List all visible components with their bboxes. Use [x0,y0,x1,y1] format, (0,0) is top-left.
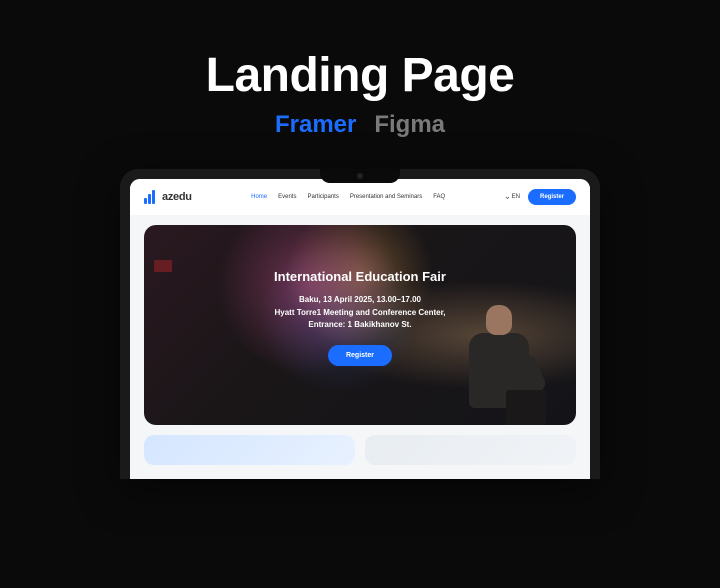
exit-sign-icon [154,260,172,272]
hero-content: International Education Fair Baku, 13 Ap… [274,269,446,366]
navbar: azedu Home Events Participants Presentat… [130,179,590,215]
register-button[interactable]: Register [528,189,576,205]
hero-line-3: Entrance: 1 Bakikhanov St. [274,319,446,332]
lang-label: EN [512,194,520,200]
subtitle-figma: Figma [374,111,445,139]
hero-register-button[interactable]: Register [328,345,392,366]
hero-details: Baku, 13 April 2025, 13.00–17.00 Hyatt T… [274,294,446,332]
subtitle-row: Framer Figma [0,111,720,139]
logo[interactable]: azedu [144,190,192,204]
nav-events[interactable]: Events [278,194,296,200]
nav-faq[interactable]: FAQ [433,194,445,200]
screen: azedu Home Events Participants Presentat… [130,179,590,479]
hero: International Education Fair Baku, 13 Ap… [144,225,576,425]
hero-title: International Education Fair [274,269,446,284]
nav-items: Home Events Participants Presentation an… [251,194,445,200]
logo-icon [144,190,158,204]
nav-presentation[interactable]: Presentation and Seminars [350,194,422,200]
lang-selector[interactable]: EN [505,194,520,200]
subtitle-framer: Framer [275,111,356,139]
chevron-down-icon [505,195,510,200]
device-notch [320,169,400,183]
device-frame: azedu Home Events Participants Presentat… [120,169,600,479]
hero-line-1: Baku, 13 April 2025, 13.00–17.00 [274,294,446,307]
page-title: Landing Page [0,48,720,103]
podium-icon [506,390,546,425]
camera-icon [357,173,363,179]
nav-right: EN Register [505,189,576,205]
nav-home[interactable]: Home [251,194,267,200]
card-row [130,435,590,465]
card-2[interactable] [365,435,576,465]
logo-text: azedu [162,191,192,203]
card-1[interactable] [144,435,355,465]
nav-participants[interactable]: Participants [307,194,338,200]
hero-line-2: Hyatt Torre1 Meeting and Conference Cent… [274,307,446,320]
